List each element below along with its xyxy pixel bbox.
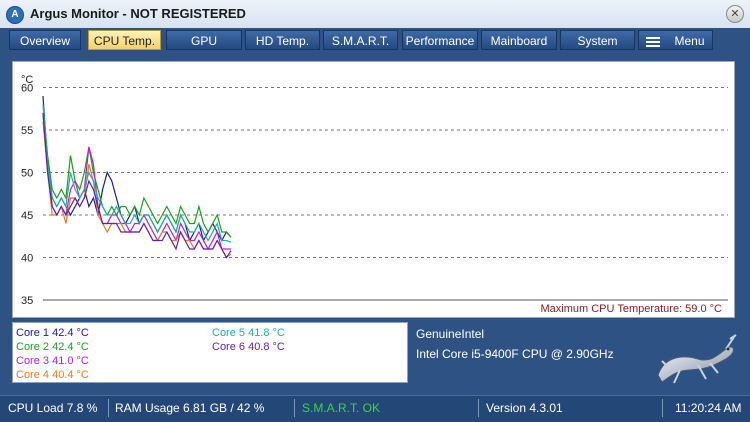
title-bar: A Argus Monitor - NOT REGISTERED ✕	[0, 0, 750, 29]
y-tick-label: 50	[21, 168, 33, 180]
core-temperature-legend: Core 1 42.4 °C Core 2 42.4 °C Core 3 41.…	[12, 322, 408, 383]
ram-usage-status: RAM Usage 6.81 GB / 42 %	[115, 401, 265, 415]
tab-overview[interactable]: Overview	[9, 30, 81, 50]
tab-menu[interactable]: Menu	[638, 30, 713, 50]
core-3-temperature: Core 3 41.0 °C	[16, 355, 89, 367]
salamander-logo	[657, 334, 737, 384]
cpu-vendor: GenuineIntel	[416, 327, 485, 341]
y-tick-label: 60	[21, 83, 33, 95]
status-separator	[478, 399, 479, 417]
tab-cpu-temp[interactable]: CPU Temp.	[88, 30, 161, 50]
menu-label: Menu	[674, 34, 705, 48]
close-icon[interactable]: ✕	[726, 5, 744, 23]
tab-hd-temp[interactable]: HD Temp.	[245, 30, 320, 50]
cpu-load-status: CPU Load 7.8 %	[8, 401, 98, 415]
window-title: Argus Monitor - NOT REGISTERED	[30, 6, 246, 21]
y-tick-label: 55	[21, 125, 33, 137]
core-2-temperature: Core 2 42.4 °C	[16, 341, 89, 353]
core-5-temperature: Core 5 41.8 °C	[212, 327, 285, 339]
core-4-temperature: Core 4 40.4 °C	[16, 369, 89, 381]
status-separator	[662, 399, 663, 417]
tab-gpu[interactable]: GPU	[166, 30, 242, 50]
core-1-temperature: Core 1 42.4 °C	[16, 327, 89, 339]
y-tick-label: 35	[21, 295, 33, 307]
max-cpu-temperature-label: Maximum CPU Temperature: 59.0 °C	[540, 303, 722, 315]
series-line-core-3	[42, 112, 231, 251]
tab-smart[interactable]: S.M.A.R.T.	[323, 30, 398, 50]
core-6-temperature: Core 6 40.8 °C	[212, 341, 285, 353]
y-tick-label: 45	[21, 210, 33, 222]
status-separator	[108, 399, 109, 417]
tab-bar: Overview CPU Temp. GPU HD Temp. S.M.A.R.…	[0, 28, 750, 54]
clock-status: 11:20:24 AM	[675, 401, 742, 415]
status-bar: CPU Load 7.8 % RAM Usage 6.81 GB / 42 % …	[0, 395, 750, 422]
version-status: Version 4.3.01	[486, 401, 563, 415]
argus-logo-icon: A	[6, 6, 24, 24]
status-separator	[294, 399, 295, 417]
smart-status: S.M.A.R.T. OK	[302, 401, 381, 415]
y-tick-label: 40	[21, 253, 33, 265]
cpu-model: Intel Core i5-9400F CPU @ 2.90GHz	[416, 347, 614, 361]
cpu-temperature-chart: °C 60 55 50 45 40 35 Maximum CPU Temperature: …	[12, 61, 735, 318]
tab-performance[interactable]: Performance	[402, 30, 478, 50]
chart-plot: °C605550454035	[21, 74, 728, 307]
tab-mainboard[interactable]: Mainboard	[481, 30, 557, 50]
tab-system[interactable]: System	[560, 30, 635, 50]
hamburger-menu-icon	[646, 35, 661, 49]
